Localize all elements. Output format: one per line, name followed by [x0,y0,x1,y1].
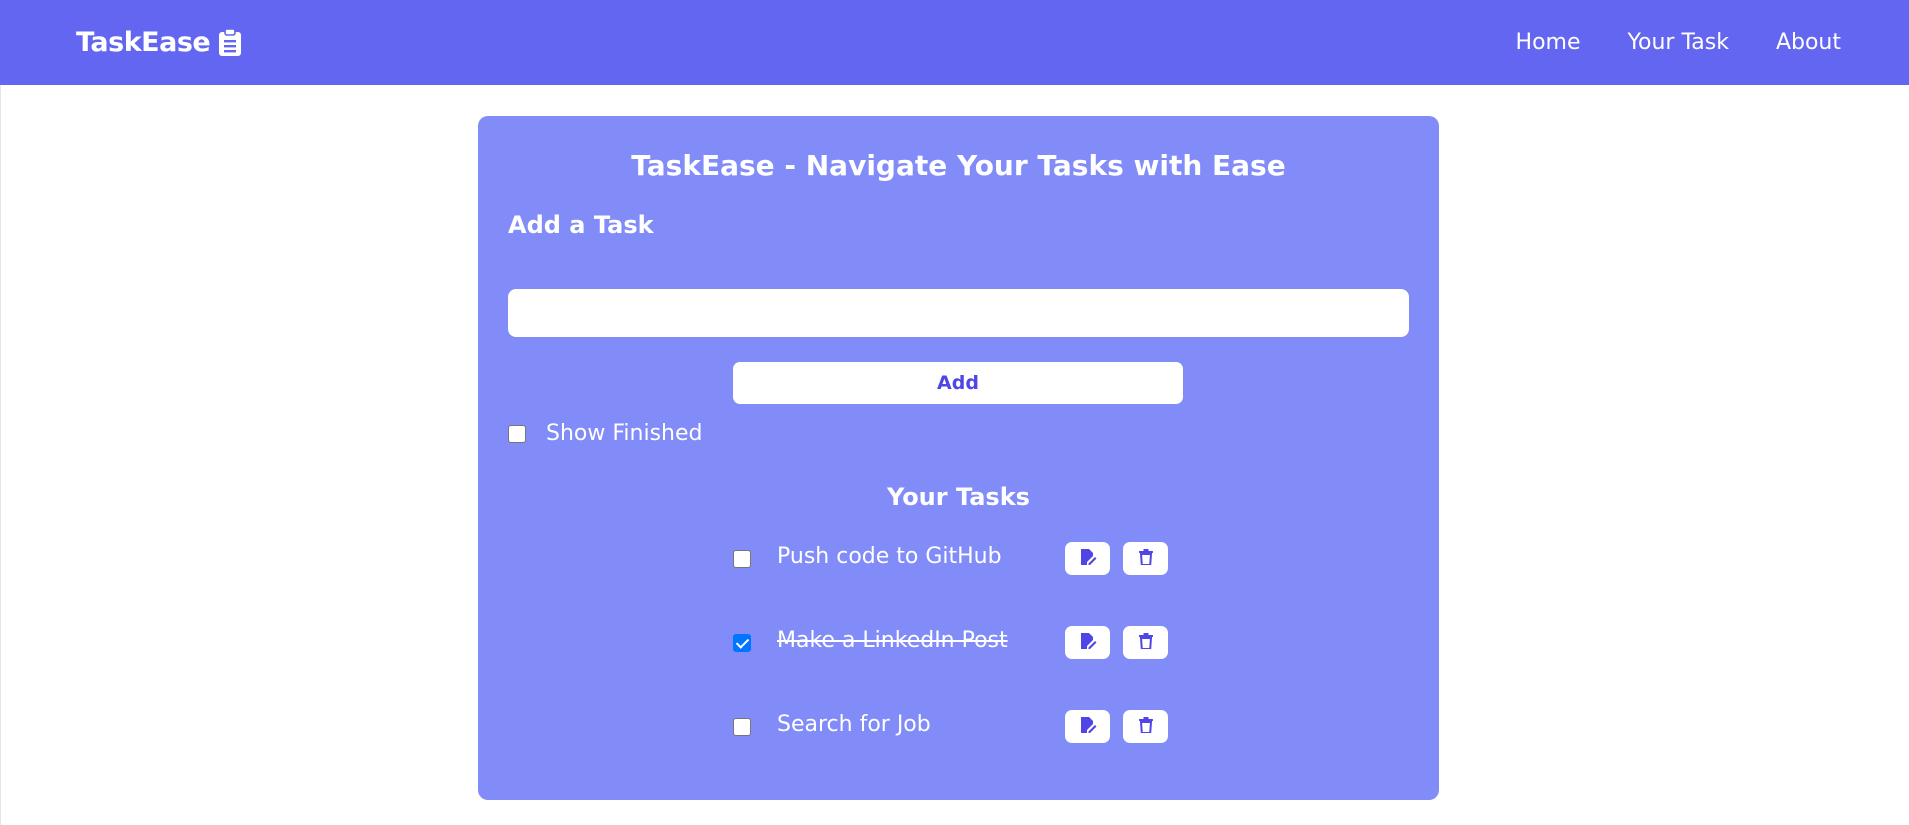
show-finished-checkbox[interactable] [508,424,526,443]
nav-links: Home Your Task About [1516,30,1841,55]
edit-task-button[interactable] [1065,626,1110,659]
add-task-heading: Add a Task [508,211,654,239]
task-checkbox[interactable] [733,634,751,652]
brand-name: TaskEase [76,27,211,58]
delete-task-button[interactable] [1123,542,1168,575]
trash-icon [1138,549,1153,568]
nav-link-home[interactable]: Home [1516,30,1581,55]
edit-icon [1079,548,1097,569]
edit-icon [1079,632,1097,653]
task-item: Make a LinkedIn Post [733,626,1183,660]
edit-icon [1079,716,1097,737]
task-text: Make a LinkedIn Post [777,628,1008,653]
nav-link-your-task[interactable]: Your Task [1628,30,1729,55]
clipboard-icon [219,29,242,56]
show-finished: Show Finished [508,421,702,446]
task-card: TaskEase - Navigate Your Tasks with Ease… [478,116,1439,800]
brand[interactable]: TaskEase [76,27,242,58]
trash-icon [1138,717,1153,736]
edit-task-button[interactable] [1065,542,1110,575]
nav-link-about[interactable]: About [1776,30,1841,55]
task-checkbox[interactable] [733,718,751,736]
show-finished-label: Show Finished [546,421,703,446]
task-checkbox[interactable] [733,550,751,568]
delete-task-button[interactable] [1123,626,1168,659]
edit-task-button[interactable] [1065,710,1110,743]
task-input[interactable] [508,289,1409,337]
delete-task-button[interactable] [1123,710,1168,743]
your-tasks-heading: Your Tasks [887,483,1030,511]
task-text: Search for Job [777,712,931,737]
task-text: Push code to GitHub [777,544,1002,569]
task-item: Search for Job [733,710,1183,744]
task-item: Push code to GitHub [733,542,1183,576]
trash-icon [1138,633,1153,652]
add-button[interactable]: Add [733,362,1183,404]
left-divider [0,85,1,825]
card-title: TaskEase - Navigate Your Tasks with Ease [631,149,1286,182]
navbar: TaskEase Home Your Task About [0,0,1909,85]
